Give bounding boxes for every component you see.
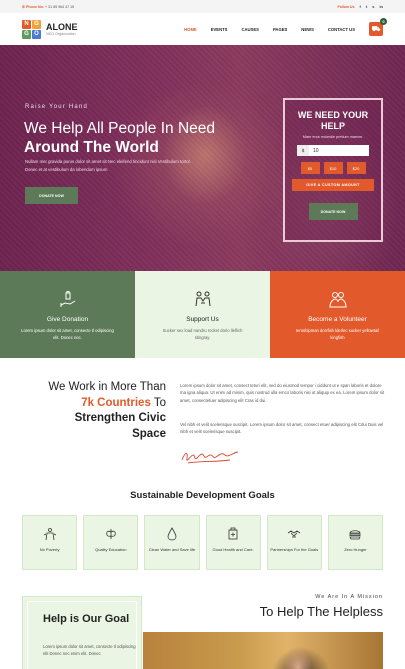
goal-label: Quality Education — [95, 547, 127, 552]
phone-number[interactable]: + 31 85 964 47 15 — [45, 5, 74, 9]
goal-card[interactable]: Zero Hunger — [327, 515, 384, 570]
donate-now-button[interactable]: DONATE NOW — [308, 203, 358, 220]
nav-home[interactable]: HOME — [184, 27, 197, 32]
logo-letter: G — [22, 29, 31, 39]
amount-value: 10 — [313, 147, 319, 154]
nav-causes[interactable]: CAUSES — [241, 27, 258, 32]
amount-chip[interactable]: $10 — [323, 162, 343, 174]
nav-contact[interactable]: CONTACT US — [328, 27, 355, 32]
education-icon — [103, 526, 119, 542]
nav-news[interactable]: NEWS — [301, 27, 314, 32]
donation-box: WE NEED YOUR HELP Maer eros molestie pre… — [283, 98, 383, 242]
logo-letter: N — [22, 19, 31, 29]
brand-name: ALONE — [46, 22, 78, 32]
feature-text: Ieroshipman dorrfish lderlec sucker yell… — [295, 328, 380, 340]
header: N G G O ALONE NGO Organization HOME EVEN… — [0, 13, 405, 45]
feature-title: Give Donation — [46, 316, 89, 323]
about-heading-highlight: 7k Countries — [81, 396, 151, 409]
goal-label: No Poverty — [39, 547, 60, 552]
goal-label: Good Health and Care. — [212, 547, 254, 552]
follow-label: Follow Us — [337, 4, 355, 9]
skype-icon[interactable]: s — [372, 4, 374, 9]
goal-card[interactable]: Quality Education — [83, 515, 139, 570]
amount-chip[interactable]: $5 — [300, 162, 320, 174]
help-card-frame — [27, 601, 137, 669]
hero-content: Raise Your Hand We Help All People In Ne… — [0, 45, 405, 271]
feature-text: Lorem ipsum dolor sit amet, consecte tl … — [21, 328, 114, 340]
phone-icon: ✆ — [22, 4, 26, 9]
goal-card[interactable]: No Poverty — [22, 515, 78, 570]
feature-text: Sucker sex load nandru rocket dorio llef… — [162, 328, 243, 340]
goal-card[interactable]: Clean Water and Save life — [144, 515, 200, 570]
help-card-text: Lorem ipsum dolor sit amet, consecte tl … — [43, 644, 136, 656]
mission-title: To Help The Helpless — [259, 604, 383, 619]
goal-label: Partnerships For the Goals — [270, 547, 319, 552]
health-icon — [225, 526, 241, 542]
cart-icon: ⛟ — [371, 25, 381, 33]
volunteer-icon — [327, 289, 349, 311]
logo[interactable]: N G G O ALONE NGO Organization — [22, 19, 78, 39]
phone-label: Phone No: — [26, 4, 44, 9]
amount-chip[interactable]: $20 — [346, 162, 366, 174]
mission-photo — [143, 632, 383, 669]
feature-title: Support Us — [186, 316, 219, 323]
help-goal-card: Help is Our Goal Lorem ipsum dolor sit a… — [22, 596, 142, 669]
hero-title-plain: We Help All People In Need — [24, 120, 215, 137]
logo-letter: G — [32, 19, 41, 29]
help-card-title: Help is Our Goal — [43, 613, 130, 625]
feature-title: Become a Volunteer — [308, 316, 367, 323]
twitter-icon[interactable]: t — [366, 4, 367, 9]
water-icon — [164, 526, 180, 542]
about-paragraph-1: Lorem ipsum dolor sit amet, consect tetu… — [180, 383, 385, 403]
top-bar: ✆ Phone No: + 31 85 964 47 15 Follow Us … — [0, 0, 405, 13]
linkedin-icon[interactable]: in — [379, 4, 383, 9]
goals-list: No Poverty Quality Education Clean Water… — [22, 515, 384, 570]
logo-mark: N G G O — [22, 19, 41, 39]
brand-sub: NGO Organization — [46, 32, 76, 36]
logo-text: ALONE NGO Organization — [46, 22, 78, 36]
feature-card-volunteer[interactable]: Become a Volunteer Ieroshipman dorrfish … — [270, 271, 405, 358]
partnership-icon — [286, 526, 302, 542]
custom-amount-button[interactable]: GIVE A CUSTOM AMOUNT — [292, 179, 374, 191]
nav-pages[interactable]: PAGES — [273, 27, 287, 32]
mission-eyebrow: We Are In A Mission — [315, 594, 383, 600]
signature-image — [181, 451, 239, 464]
hero-title: We Help All People In Need Around The Wo… — [24, 119, 224, 157]
goal-label: Clean Water and Save life — [148, 547, 196, 552]
poverty-icon — [42, 526, 58, 542]
currency-symbol: $ — [297, 145, 309, 156]
donation-box-title: WE NEED YOUR HELP — [297, 110, 369, 131]
feature-strip: Give Donation Lorem ipsum dolor sit amet… — [0, 271, 405, 358]
nav-events[interactable]: EVENTS — [211, 27, 228, 32]
about-heading: We Work in More Than 7k Countries To Str… — [40, 380, 166, 442]
about-heading-part1: We Work in More Than — [48, 381, 166, 393]
about-heading-part2: To — [150, 396, 166, 409]
hero-description: Nullam mer gravida purus dolor sit amet … — [25, 159, 191, 172]
hero-title-bold: Around The World — [24, 139, 159, 156]
hero-donate-button[interactable]: DONATE NOW — [25, 187, 78, 204]
goals-title: Sustainable Development Goals — [130, 490, 275, 501]
phone-info: ✆ Phone No: + 31 85 964 47 15 — [22, 5, 74, 9]
cart-count: 0 — [380, 18, 387, 25]
feature-card-donation[interactable]: Give Donation Lorem ipsum dolor sit amet… — [0, 271, 135, 358]
hero-eyebrow: Raise Your Hand — [25, 104, 89, 110]
feature-card-support[interactable]: Support Us Sucker sex load nandru rocket… — [135, 271, 270, 358]
logo-letter: O — [32, 29, 41, 39]
facebook-icon[interactable]: f — [360, 4, 361, 9]
about-section: We Work in More Than 7k Countries To Str… — [0, 358, 405, 473]
about-paragraph-2: Vel nibh et velit scelerisque suscipit. … — [180, 422, 384, 435]
donation-box-subtitle: Maer eros molestie pretium maecm. — [302, 135, 364, 139]
goal-card[interactable]: Partnerships For the Goals — [266, 515, 322, 570]
cart-button[interactable]: ⛟ 0 — [369, 18, 387, 36]
hunger-icon — [347, 526, 363, 542]
about-heading-bold: Strengthen Civic Space — [74, 412, 166, 440]
main-nav: HOME EVENTS CAUSES PAGES NEWS CONTACT US… — [184, 18, 387, 36]
social-links: Follow Us f t s in — [338, 4, 383, 9]
amount-presets: $5 $10 $20 — [285, 162, 381, 174]
amount-input[interactable]: $ 10 — [297, 145, 369, 156]
goal-label: Zero Hunger — [344, 547, 367, 552]
support-icon — [192, 289, 214, 311]
donation-icon — [57, 289, 79, 311]
goal-card[interactable]: Good Health and Care. — [205, 515, 261, 570]
